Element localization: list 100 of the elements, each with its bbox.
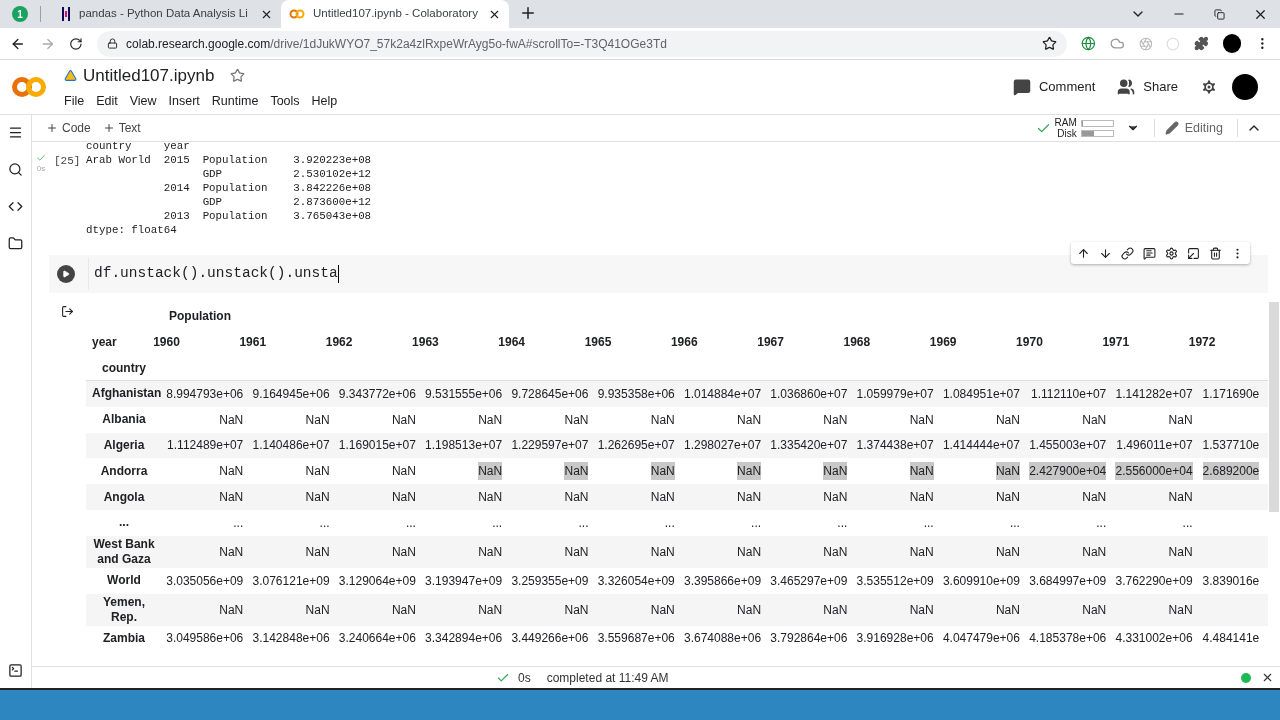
table-cell-text: NaN xyxy=(909,543,934,561)
terminal-icon[interactable] xyxy=(8,663,23,678)
table-cell-text: 3.342894e+06 xyxy=(425,630,503,648)
code-icon[interactable] xyxy=(8,199,23,214)
add-button[interactable]: Code xyxy=(46,119,91,137)
menu-item[interactable]: Runtime xyxy=(211,92,259,112)
table-cell-text: NaN xyxy=(305,489,330,507)
table-cell-text: NaN xyxy=(1168,543,1193,561)
table-cell-text: 1.014884e+07 xyxy=(684,385,762,403)
table-cell-text: 3.193947e+09 xyxy=(425,572,503,590)
cloud-icon[interactable] xyxy=(1109,36,1125,51)
menu-item[interactable]: View xyxy=(129,92,157,112)
table-cell-text: NaN xyxy=(478,543,503,561)
row-header: Zambia xyxy=(102,630,146,646)
table-cell-text: ... xyxy=(405,514,416,532)
table-cell-text: ... xyxy=(1009,514,1020,532)
comment-icon xyxy=(1012,78,1031,96)
table-cell-text: 1.141282e+07 xyxy=(1115,385,1193,403)
close-icon[interactable] xyxy=(1253,7,1268,22)
notebook-title[interactable]: Untitled107.ipynb xyxy=(83,62,215,89)
table-cell-text: 3.916928e+06 xyxy=(856,630,934,648)
column-header: 1971 xyxy=(1101,334,1131,351)
table-cell-text: 1.496011e+07 xyxy=(1116,437,1193,455)
settings-icon[interactable] xyxy=(1165,246,1178,260)
output-line: GDP 2.530102e+12 xyxy=(201,167,372,181)
output-icon[interactable] xyxy=(61,305,74,318)
table-cell-text: NaN xyxy=(823,411,848,429)
table-cell-text: NaN xyxy=(909,411,934,429)
table-cell-text: ... xyxy=(923,514,934,532)
url-text: colab.research.google.com/drive/1dJukWYO7_57k2a4zlRxpeWrAyg5o-fwA#scrollTo=-T3Q41OGe3Td xyxy=(126,35,668,53)
table-cell-text: NaN xyxy=(650,601,675,619)
column-header: 1970 xyxy=(1015,334,1044,351)
link-icon[interactable] xyxy=(1121,246,1134,260)
table-cell-text: NaN xyxy=(737,411,762,429)
table-cell-text: NaN xyxy=(823,489,848,507)
table-cell-text: NaN xyxy=(564,543,589,561)
table-cell-text: 4.331002e+06 xyxy=(1115,630,1193,648)
table-cell-text: NaN xyxy=(995,601,1020,619)
table-cell-text: ... xyxy=(492,514,503,532)
table-cell-text: 9.728645e+06 xyxy=(511,385,589,403)
table-cell-text: ... xyxy=(1096,514,1107,532)
table-cell: NaN xyxy=(737,462,762,481)
menu-item[interactable]: Insert xyxy=(168,92,200,112)
avatar[interactable] xyxy=(1232,74,1258,100)
table-cell-text: 3.535512e+09 xyxy=(856,572,934,590)
close-icon[interactable] xyxy=(1261,671,1274,684)
table-cell-text: 3.395866e+09 xyxy=(684,572,762,590)
menu-item[interactable]: Edit xyxy=(96,92,118,112)
extensions-icon[interactable] xyxy=(1194,36,1209,51)
pencil-icon xyxy=(1164,121,1179,135)
table-cell-text: 1.414444e+07 xyxy=(942,437,1020,455)
delete-icon[interactable] xyxy=(1209,246,1222,260)
table-cell-text: NaN xyxy=(650,411,675,429)
table-cell-text: 3.259355e+09 xyxy=(511,572,589,590)
globe-icon[interactable] xyxy=(1081,36,1096,51)
table-cell-text: 3.559687e+06 xyxy=(597,630,675,648)
table-cell-text: NaN xyxy=(219,543,244,561)
table-cell-text: NaN xyxy=(737,601,762,619)
address-bar[interactable]: colab.research.google.com/drive/1dJukWYO7_57k2a4zlRxpeWrAyg5o-fwA#scrollTo=-T3Q41OGe3Td xyxy=(97,30,1068,57)
tab-title: Untitled107.ipynb - Colaboratory xyxy=(313,6,479,22)
status-message: completed at 11:49 AM xyxy=(546,669,669,687)
table-cell-text: 3.035056e+09 xyxy=(166,572,244,590)
row-header: Andorra xyxy=(99,463,149,479)
avatar[interactable] xyxy=(1222,34,1242,53)
search-icon[interactable] xyxy=(8,162,23,177)
table-cell-text: 1.262695e+07 xyxy=(597,437,675,455)
check-icon xyxy=(36,153,46,163)
table-cell: 2.427900e+04 xyxy=(1029,462,1107,481)
table-cell: 2.689200e xyxy=(1202,462,1260,481)
run-button[interactable] xyxy=(57,265,75,283)
table-cell-text: NaN xyxy=(995,411,1020,429)
table-cell-text: NaN xyxy=(305,601,330,619)
menu-item[interactable]: Help xyxy=(311,92,338,112)
add-button[interactable]: Text xyxy=(102,119,141,137)
new-tab-icon[interactable] xyxy=(519,4,537,22)
menu-item[interactable]: File xyxy=(64,92,85,112)
editing-button[interactable]: Editing xyxy=(1164,118,1223,138)
table-cell-text: NaN xyxy=(391,411,416,429)
mirror-cell-icon[interactable] xyxy=(1187,246,1200,260)
comment-button[interactable]: Comment xyxy=(1012,77,1096,97)
move-down-icon[interactable] xyxy=(1099,246,1112,260)
folder-icon[interactable] xyxy=(8,236,23,251)
table-cell-text: NaN xyxy=(391,489,416,507)
table-cell-text: 3.839016e xyxy=(1202,572,1260,590)
reload-icon[interactable] xyxy=(69,36,84,51)
restore-icon[interactable] xyxy=(1214,9,1225,20)
browser-tab[interactable]: Untitled107.ipynb - Colaboratory xyxy=(281,0,509,28)
star-icon[interactable] xyxy=(1042,36,1058,51)
star-icon[interactable] xyxy=(230,68,246,84)
table-cell-text: ... xyxy=(837,514,848,532)
menu-item[interactable]: Tools xyxy=(270,92,300,112)
menu-icon[interactable] xyxy=(8,125,23,140)
column-header: 1961 xyxy=(238,334,268,351)
logo-icon xyxy=(61,7,71,21)
column-header: 1967 xyxy=(756,334,785,351)
share-button[interactable]: Share xyxy=(1117,77,1178,97)
table-cell-text: NaN xyxy=(391,543,416,561)
table-cell-text: NaN xyxy=(1168,601,1193,619)
move-up-icon[interactable] xyxy=(1077,246,1090,260)
comment-icon[interactable] xyxy=(1143,246,1156,260)
